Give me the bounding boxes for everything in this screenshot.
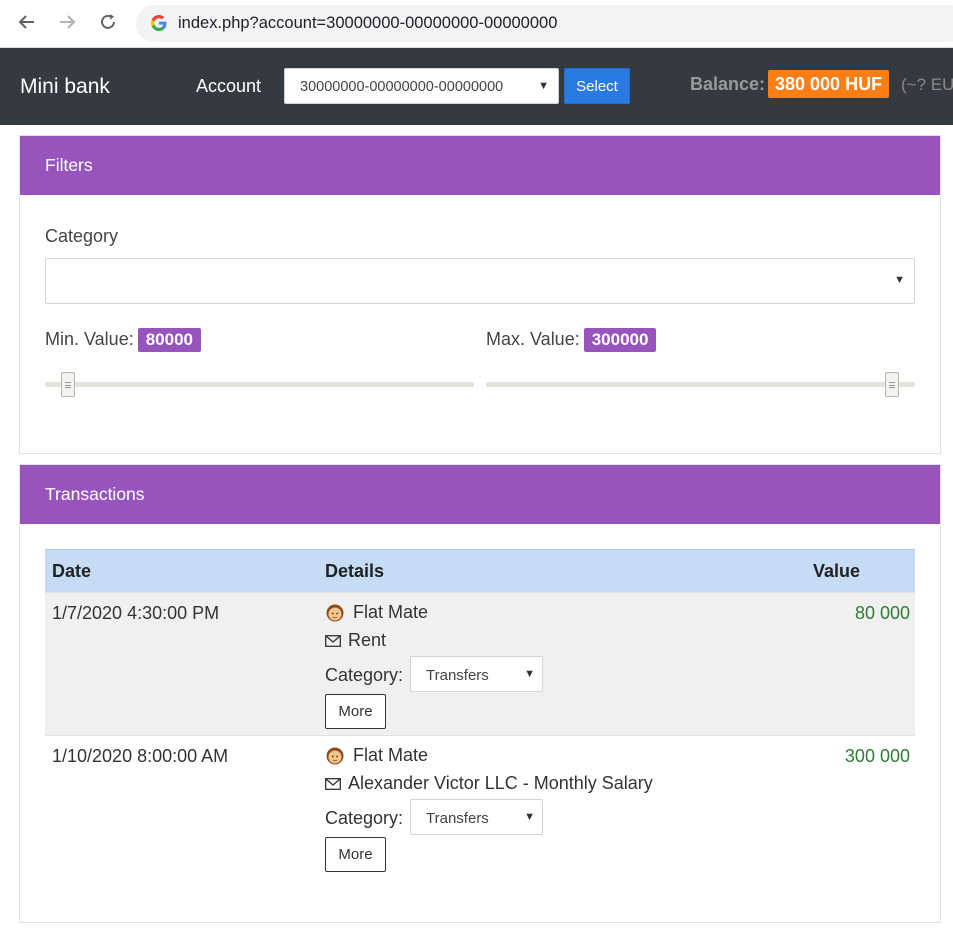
min-slider-handle[interactable] [61,372,75,397]
forward-arrow-icon[interactable] [55,10,79,34]
filters-card: Filters Category ▼ Min. Value: 80000 Max.… [19,135,941,454]
max-value-badge: 300000 [583,328,657,352]
caret-down-icon: ▼ [538,80,549,92]
partner-name: Flat Mate [353,745,429,765]
address-bar[interactable]: index.php?account=30000000-00000000-0000… [136,5,953,42]
row-category-value: Transfers [426,810,489,827]
transaction-value: 300 000 [844,746,910,766]
row-category-select[interactable]: Transfers ▼ [410,799,543,835]
google-icon [151,15,167,31]
table-header-row: Date Details Value [45,549,915,592]
more-button[interactable]: More [325,694,386,729]
max-slider-handle[interactable] [885,372,899,397]
transaction-partner: Flat Mate [325,602,428,623]
balance-badge: 380 000 HUF [768,70,890,98]
transaction-message: Alexander Victor LLC - Monthly Salary [325,773,653,794]
transaction-partner: Flat Mate [325,745,428,766]
column-header-value: Value [812,561,860,581]
slider-grip-icon [65,381,71,388]
more-button[interactable]: More [325,837,386,872]
table-row: 1/7/2020 4:30:00 PM Flat Mate Rent Categ… [45,592,915,735]
select-account-button[interactable]: Select [564,68,630,104]
app-navbar: Mini bank Account 30000000-00000000-0000… [0,48,953,125]
column-header-details: Details [325,561,385,581]
person-icon [326,604,344,621]
account-select[interactable]: 30000000-00000000-00000000 ▼ [284,68,559,104]
reload-icon[interactable] [96,10,120,34]
transactions-header: Transactions [20,465,940,524]
message-text: Alexander Victor LLC - Monthly Salary [348,773,653,793]
row-category-value: Transfers [426,667,489,684]
envelope-icon [325,634,341,647]
max-value-label: Max. Value: 300000 [486,328,657,352]
url-text: index.php?account=30000000-00000000-0000… [178,14,558,32]
slider-grip-icon [889,381,895,388]
partner-name: Flat Mate [353,602,429,622]
back-arrow-icon[interactable] [15,10,39,34]
transactions-table: Date Details Value 1/7/2020 4:30:00 PM F… [45,549,915,878]
account-label: Account [196,76,262,96]
transaction-value: 80 000 [854,603,910,623]
envelope-icon [325,777,341,790]
message-text: Rent [348,630,387,650]
min-value-slider[interactable] [45,382,474,387]
max-value-text: Max. Value: [486,329,580,349]
caret-down-icon: ▼ [524,811,535,823]
caret-down-icon: ▼ [524,668,535,680]
brand-title[interactable]: Mini bank [20,75,110,99]
filters-header: Filters [20,136,940,195]
category-row-label: Category: [325,808,404,828]
browser-toolbar: index.php?account=30000000-00000000-0000… [0,0,953,48]
person-icon [326,747,344,764]
transaction-message: Rent [325,630,386,651]
table-row: 1/10/2020 8:00:00 AM Flat Mate Alexander… [45,735,915,878]
transaction-date: 1/7/2020 4:30:00 PM [52,603,220,623]
category-label: Category [45,226,119,246]
column-header-date: Date [52,561,92,581]
balance-eur-estimate: (~? EU [901,75,953,94]
transaction-date: 1/10/2020 8:00:00 AM [52,746,229,766]
transactions-card: Transactions Date Details Value 1/7/2020… [19,464,941,923]
row-category-select[interactable]: Transfers ▼ [410,656,543,692]
account-select-value: 30000000-00000000-00000000 [300,79,504,95]
category-row-label: Category: [325,665,404,685]
min-value-label: Min. Value: 80000 [45,328,201,352]
min-value-badge: 80000 [137,328,201,352]
category-filter-select[interactable]: ▼ [45,258,915,304]
caret-down-icon: ▼ [894,274,905,286]
min-value-text: Min. Value: [45,329,134,349]
balance-label: Balance: [690,74,766,94]
max-value-slider[interactable] [486,382,915,387]
